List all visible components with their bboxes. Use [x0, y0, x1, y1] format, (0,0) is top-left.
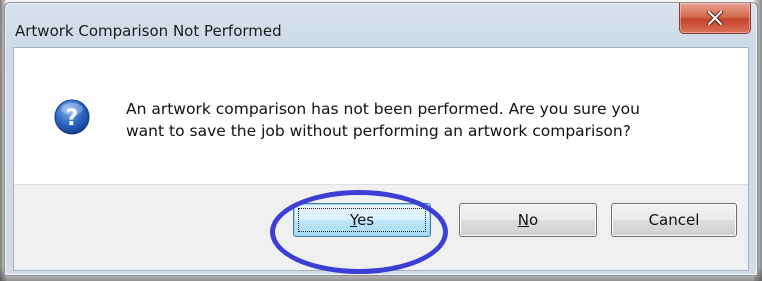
message-line-2: want to save the job without performing … — [126, 122, 631, 140]
question-icon: ? — [54, 99, 90, 135]
message-text: An artwork comparison has not been perfo… — [126, 98, 726, 142]
cancel-button[interactable]: Cancel — [611, 203, 737, 237]
no-button[interactable]: No — [459, 203, 597, 237]
no-button-label: No — [518, 211, 538, 229]
dialog-title: Artwork Comparison Not Performed — [15, 22, 282, 40]
close-button[interactable] — [679, 3, 751, 34]
title-bar[interactable]: Artwork Comparison Not Performed — [5, 3, 757, 47]
yes-mnemonic: Y — [349, 211, 358, 229]
yes-button-label: Yes — [350, 211, 374, 229]
button-bar: Yes No Cancel — [14, 184, 748, 270]
no-mnemonic: N — [517, 211, 530, 229]
message-area: ? An artwork comparison has not been per… — [14, 48, 748, 184]
yes-button[interactable]: Yes — [293, 203, 431, 237]
cancel-button-label: Cancel — [648, 211, 700, 229]
screenshot-stage: Artwork Comparison Not Performed ? An ar… — [0, 0, 762, 281]
no-label-rest: o — [529, 211, 539, 229]
message-line-1: An artwork comparison has not been perfo… — [126, 100, 640, 118]
close-x-icon — [707, 11, 723, 25]
yes-label-rest: es — [357, 211, 375, 229]
dialog-window: Artwork Comparison Not Performed ? An ar… — [4, 2, 758, 276]
dialog-client-area: ? An artwork comparison has not been per… — [13, 47, 749, 271]
svg-text:?: ? — [66, 106, 79, 131]
